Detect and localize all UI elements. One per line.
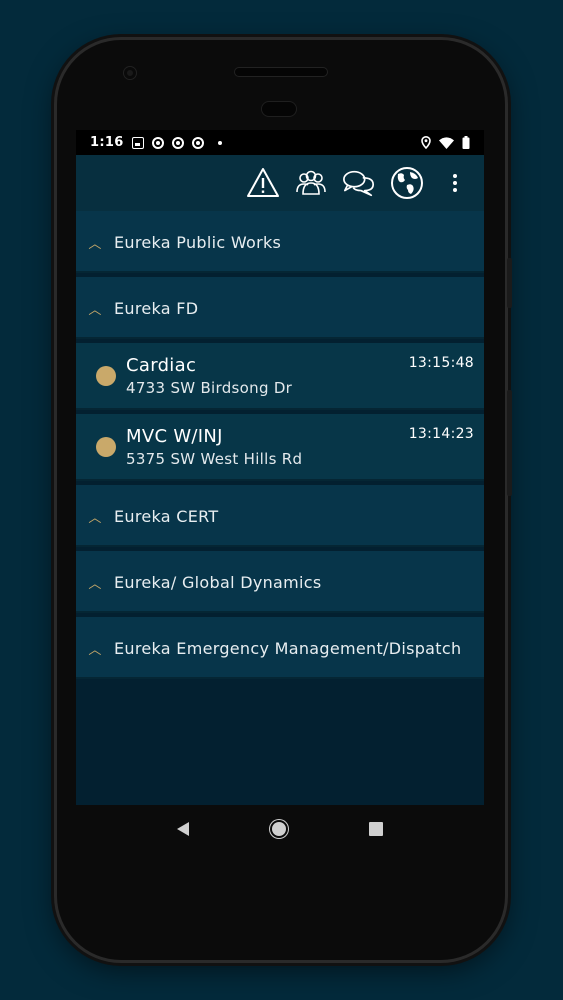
group-label: Eureka/ Global Dynamics	[114, 572, 322, 592]
status-time: 1:16	[90, 135, 124, 150]
chevron-up-icon: ︿	[88, 642, 102, 658]
location-icon	[421, 136, 431, 149]
battery-icon	[462, 136, 470, 149]
incident-row[interactable]: Cardiac 4733 SW Birdsong Dr 13:15:48	[76, 343, 484, 410]
home-button[interactable]	[271, 821, 286, 836]
earpiece-speaker	[235, 68, 327, 76]
map-button[interactable]	[390, 166, 424, 200]
incident-row[interactable]: MVC W/INJ 5375 SW West Hills Rd 13:14:23	[76, 414, 484, 481]
wifi-icon	[439, 136, 454, 149]
proximity-sensor	[262, 102, 296, 116]
incident-time: 13:14:23	[408, 426, 474, 442]
group-label: Eureka CERT	[114, 506, 219, 526]
group-header-global-dynamics[interactable]: ︿ Eureka/ Global Dynamics	[76, 551, 484, 613]
app-screen: 1:16 ︿ Eureka Public Works ︿ Eureka FD C…	[76, 130, 484, 805]
chevron-up-icon: ︿	[88, 236, 102, 252]
incident-address: 4733 SW Birdsong Dr	[126, 379, 293, 397]
back-button[interactable]	[177, 821, 190, 836]
app-notification-icon	[151, 136, 164, 149]
more-options-button[interactable]	[438, 166, 472, 200]
chevron-up-icon: ︿	[88, 302, 102, 318]
more-notifications-dot-icon	[217, 140, 222, 145]
group-header-fd[interactable]: ︿ Eureka FD	[76, 277, 484, 339]
image-notification-icon	[131, 136, 144, 149]
chevron-up-icon: ︿	[88, 576, 102, 592]
status-bar: 1:16	[76, 130, 484, 155]
incident-title: Cardiac	[126, 355, 197, 376]
incident-address: 5375 SW West Hills Rd	[126, 450, 303, 468]
volume-button	[507, 390, 512, 496]
chat-button[interactable]	[342, 166, 376, 200]
group-header-public-works[interactable]: ︿ Eureka Public Works	[76, 211, 484, 273]
incident-time: 13:15:48	[408, 355, 474, 371]
users-group-icon	[296, 170, 326, 195]
group-label: Eureka Emergency Management/Dispatch	[114, 638, 462, 658]
agency-list: ︿ Eureka Public Works ︿ Eureka FD Cardia…	[76, 211, 484, 679]
power-button	[507, 258, 512, 308]
chevron-up-icon: ︿	[88, 510, 102, 526]
recent-apps-button[interactable]	[368, 821, 383, 836]
app-toolbar	[76, 155, 484, 211]
incident-status-dot-icon	[96, 366, 116, 386]
incident-title: MVC W/INJ	[126, 426, 223, 447]
chat-bubbles-icon	[343, 170, 375, 197]
group-header-cert[interactable]: ︿ Eureka CERT	[76, 485, 484, 547]
group-header-emergency-management[interactable]: ︿ Eureka Emergency Management/Dispatch	[76, 617, 484, 679]
alerts-button[interactable]	[246, 166, 280, 200]
app-notification-icon	[191, 136, 204, 149]
app-notification-icon	[171, 136, 184, 149]
group-label: Eureka FD	[114, 298, 199, 318]
front-camera	[124, 67, 136, 79]
more-vert-icon	[450, 174, 460, 192]
warning-icon	[247, 168, 279, 197]
system-nav-bar	[76, 806, 484, 851]
status-right	[421, 136, 470, 149]
globe-icon	[391, 167, 423, 199]
groups-button[interactable]	[294, 166, 328, 200]
incident-status-dot-icon	[96, 437, 116, 457]
group-label: Eureka Public Works	[114, 232, 282, 252]
